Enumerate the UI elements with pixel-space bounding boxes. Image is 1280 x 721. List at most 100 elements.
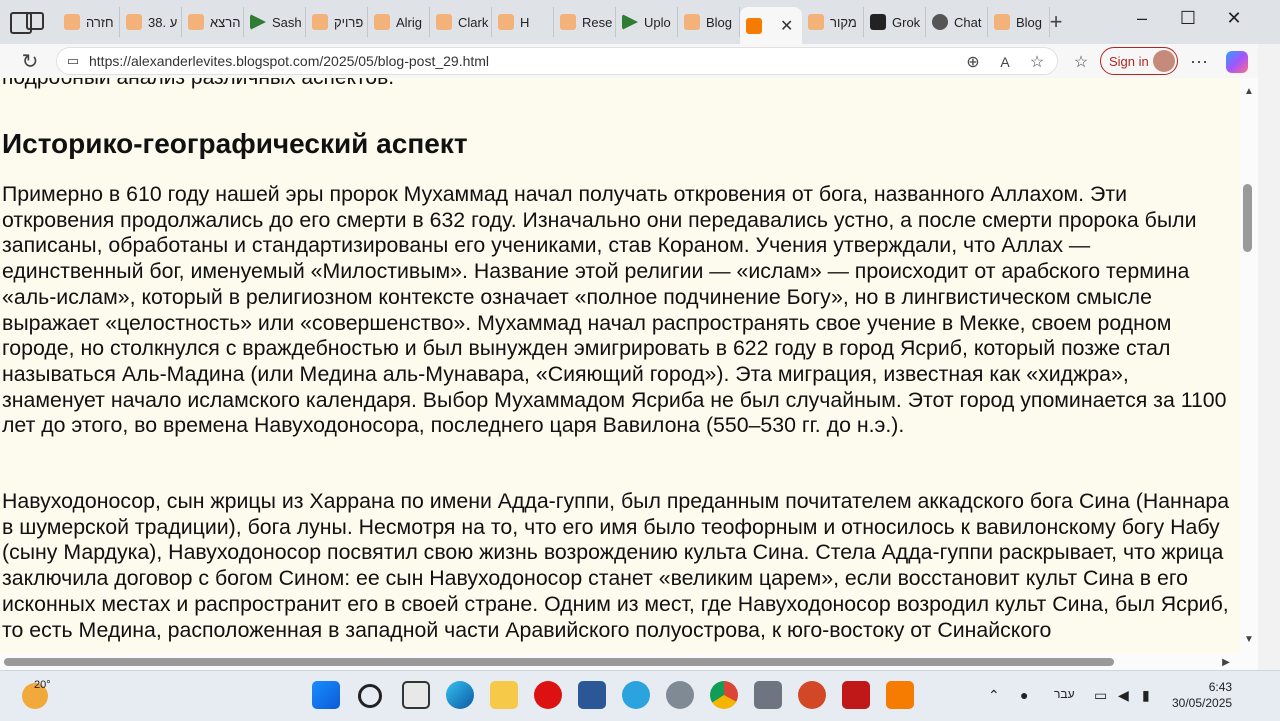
browser-tab[interactable]: Rese — [554, 7, 616, 37]
time: 6:43 — [1208, 680, 1233, 694]
blogger-icon — [498, 14, 514, 30]
tab-label: 38. ע — [148, 14, 178, 30]
tab-strip: חזרה 38. ע הרצא Sash פרויק Alrig Clark H Rese Upl… — [0, 0, 1280, 44]
horizontal-scrollbar[interactable]: ▶ — [0, 654, 1258, 670]
chevron-up-icon[interactable]: ⌃ — [988, 687, 1000, 704]
vertical-scroll-thumb[interactable] — [1243, 184, 1252, 252]
task-view-icon[interactable] — [402, 681, 430, 709]
favorite-star-icon[interactable]: ☆ — [1027, 52, 1047, 72]
scroll-right-icon[interactable]: ▶ — [1220, 656, 1232, 668]
paragraph-1: Примерно в 610 году нашей эры пророк Мух… — [2, 182, 1227, 438]
browser-tab[interactable]: חזרה — [58, 7, 120, 37]
browser-tab[interactable]: 38. ע — [120, 7, 182, 37]
read-aloud-icon[interactable]: A — [995, 52, 1015, 72]
close-tab-icon[interactable]: ✕ — [780, 16, 793, 36]
close-window-icon[interactable]: ✕ — [1214, 8, 1254, 29]
browser-tab[interactable]: הרצא — [182, 7, 244, 37]
microphone-icon[interactable]: ● — [1020, 687, 1028, 703]
tab-label: H — [520, 14, 530, 30]
browser-tab[interactable]: H — [492, 7, 554, 37]
blogger-icon — [374, 14, 390, 30]
blogger-icon — [746, 17, 762, 34]
tab-label: Clark — [458, 14, 489, 30]
chrome-icon[interactable] — [710, 681, 738, 709]
url-text[interactable]: https://alexanderlevites.blogspot.com/20… — [89, 53, 489, 69]
tab-label: Chat — [954, 14, 982, 30]
file-explorer-icon[interactable] — [490, 681, 518, 709]
blogger-icon — [808, 14, 824, 30]
refresh-icon[interactable]: ↻ — [18, 49, 42, 73]
address-bar-row: ↻ ▭ https://alexanderlevites.blogspot.co… — [0, 44, 1280, 79]
tab-label: Rese — [582, 14, 613, 30]
cut-off-line: подробный анализ различных аспектов. — [2, 78, 394, 90]
browser-tab[interactable]: Chat — [926, 7, 988, 37]
tab-label: Blog — [706, 14, 733, 30]
search-icon[interactable] — [358, 684, 382, 708]
taskbar: 20° ⌃ ● עבר ▭ ◀ ▮ 6:43 30/05/2025 — [0, 670, 1280, 721]
tab-label: Uplo — [644, 14, 671, 30]
browser-tab[interactable]: Grok — [864, 7, 926, 37]
browser-tab[interactable]: Blog — [678, 7, 740, 37]
browser-tab[interactable]: Sash — [244, 7, 306, 37]
address-bar[interactable]: ▭ https://alexanderlevites.blogspot.com/… — [56, 47, 1058, 75]
start-icon[interactable] — [312, 681, 340, 709]
favorites-icon[interactable]: ☆ — [1070, 51, 1092, 73]
tab-label: מקור — [830, 14, 857, 30]
edge-icon[interactable] — [446, 681, 474, 709]
clock[interactable]: 6:43 30/05/2025 — [1172, 679, 1232, 711]
word-icon[interactable] — [578, 681, 606, 709]
browser-tab[interactable]: Clark — [430, 7, 492, 37]
date: 30/05/2025 — [1172, 696, 1233, 710]
site-info-icon[interactable]: ▭ — [65, 53, 81, 69]
minimize-icon[interactable]: – — [1122, 8, 1162, 29]
language-indicator[interactable]: עבר — [1054, 687, 1075, 701]
upload-icon — [622, 14, 638, 30]
mcafee-icon[interactable] — [842, 681, 870, 709]
scroll-down-icon[interactable]: ▼ — [1243, 634, 1255, 645]
browser-tab[interactable]: Uplo — [616, 7, 678, 37]
tab-label: חזרה — [86, 14, 114, 30]
blogger-icon — [994, 14, 1010, 30]
tab-label: הרצא — [210, 14, 241, 30]
blogger-icon — [188, 14, 204, 30]
blogger-icon — [436, 14, 452, 30]
upload-icon — [250, 14, 266, 30]
camera-icon[interactable] — [754, 681, 782, 709]
section-heading: Историко-географический аспект — [2, 128, 468, 159]
browser-tab[interactable]: ✕ — [740, 7, 802, 44]
horizontal-scroll-thumb[interactable] — [4, 658, 1114, 666]
settings-icon[interactable] — [666, 681, 694, 709]
chatgpt-icon — [932, 14, 948, 30]
blogger-icon — [684, 14, 700, 30]
grok-icon — [870, 14, 886, 30]
sign-in-button[interactable]: Sign in — [1100, 47, 1178, 75]
battery-icon[interactable]: ▮ — [1142, 687, 1150, 704]
scroll-up-icon[interactable]: ▲ — [1243, 86, 1255, 97]
tab-label: Blog — [1016, 14, 1043, 30]
blogger-icon — [312, 14, 328, 30]
sign-in-label: Sign in — [1109, 53, 1149, 69]
browser-tab[interactable]: פרויק — [306, 7, 368, 37]
tab-label: Grok — [892, 14, 921, 30]
vertical-scrollbar[interactable]: ▲ ▼ — [1240, 78, 1258, 654]
telegram-icon[interactable] — [622, 681, 650, 709]
zoom-icon[interactable]: ⊕ — [963, 52, 983, 72]
browser-tab[interactable]: Alrig — [368, 7, 430, 37]
blogger-taskbar-icon[interactable] — [886, 681, 914, 709]
new-tab-icon[interactable]: + — [1044, 9, 1068, 34]
blogger-icon — [64, 14, 80, 30]
blogger-icon — [126, 14, 142, 30]
volume-icon[interactable]: ◀ — [1118, 687, 1129, 704]
vertical-tabs-icon[interactable] — [26, 12, 44, 30]
copilot-icon[interactable] — [1226, 51, 1248, 73]
display-icon[interactable]: ▭ — [1094, 687, 1107, 704]
powerpoint-icon[interactable] — [798, 681, 826, 709]
paragraph-2: Навуходоносор, сын жрицы из Харрана по и… — [2, 489, 1230, 642]
weather-temp: 20° — [34, 679, 51, 691]
maximize-icon[interactable]: ☐ — [1168, 8, 1208, 29]
browser-tab[interactable]: Blog — [988, 7, 1050, 37]
more-options-icon[interactable]: ⋯ — [1188, 51, 1210, 73]
browser-tab[interactable]: מקור — [802, 7, 864, 37]
record-icon[interactable] — [534, 681, 562, 709]
tab-label: פרויק — [334, 14, 364, 30]
